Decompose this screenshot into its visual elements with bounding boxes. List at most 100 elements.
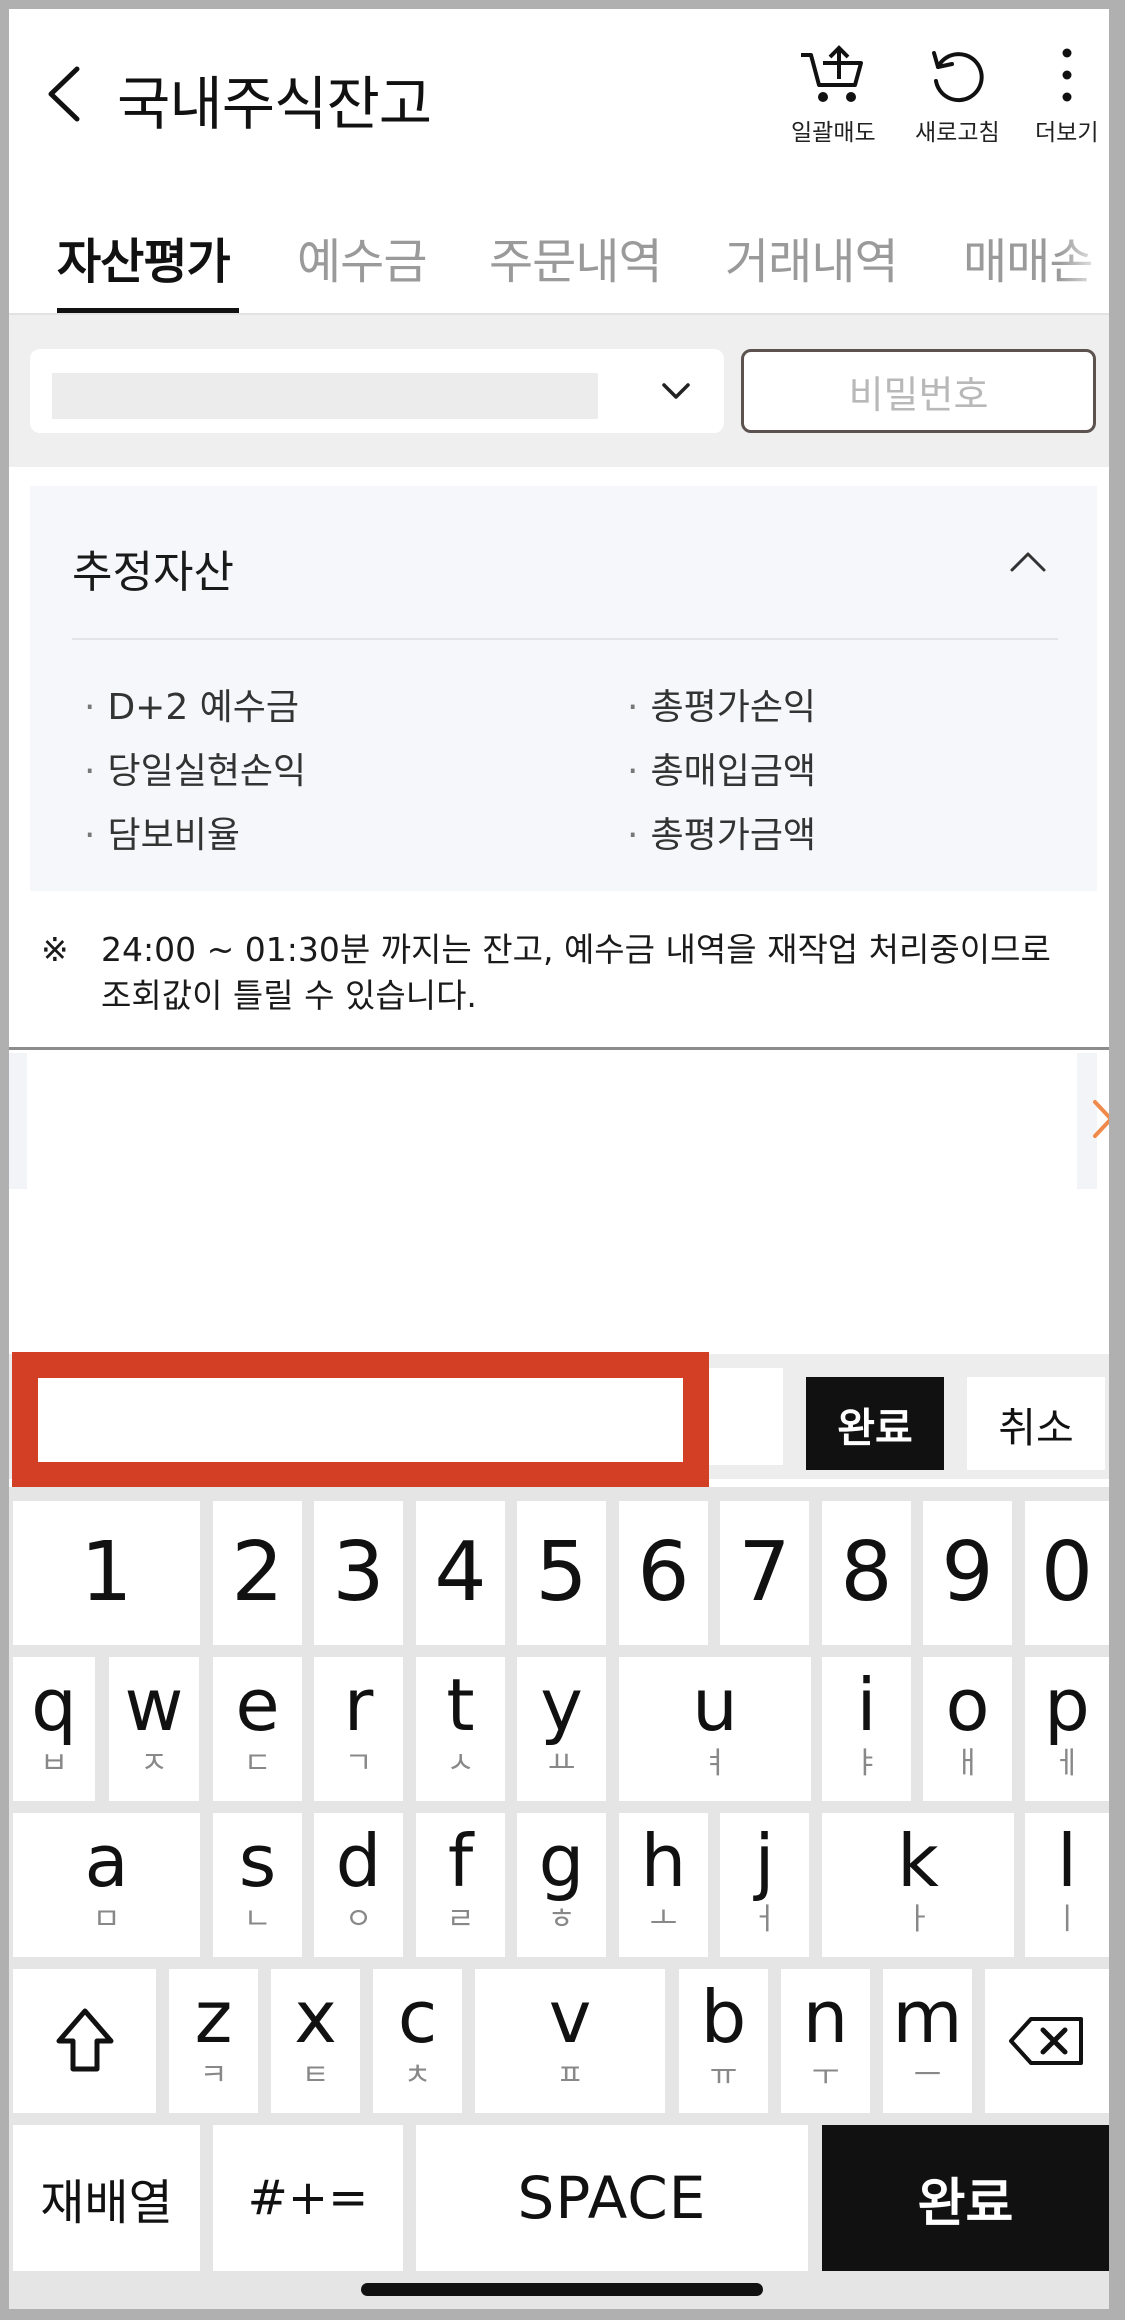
key-label: i — [856, 1663, 877, 1747]
refresh-button[interactable]: 새로고침 — [915, 45, 1000, 147]
key-1[interactable]: 1 — [13, 1501, 200, 1645]
key-label: s — [238, 1819, 277, 1903]
key-y[interactable]: yㅛ — [517, 1657, 606, 1801]
asset-item: · 담보비율 — [84, 815, 240, 856]
key-f[interactable]: fㄹ — [416, 1813, 505, 1957]
more-button[interactable]: 더보기 — [1035, 45, 1098, 147]
key-hangul-label: ㅛ — [547, 1746, 576, 1781]
account-number-masked — [52, 373, 598, 419]
content-edge — [9, 1053, 27, 1189]
key-hangul-label: ㅅ — [446, 1746, 475, 1781]
notice-text: 24:00 ~ 01:30분 까지는 잔고, 예수금 내역을 재작업 처리중이므… — [101, 930, 1051, 1015]
key-x[interactable]: xㅌ — [271, 1969, 360, 2113]
key-label: o — [945, 1663, 990, 1747]
key-w[interactable]: wㅈ — [109, 1657, 199, 1801]
key-i[interactable]: iㅑ — [822, 1657, 911, 1801]
back-button[interactable] — [37, 59, 97, 129]
key-hangul-label: ㄴ — [243, 1902, 272, 1937]
bulk-sell-label: 일괄매도 — [791, 120, 876, 146]
key-k[interactable]: kㅏ — [822, 1813, 1014, 1957]
tab-order-history[interactable]: 주문내역 — [489, 222, 663, 292]
key-9[interactable]: 9 — [923, 1501, 1012, 1645]
keypad-cancel-button[interactable]: 취소 — [967, 1377, 1105, 1470]
tab-trade-history[interactable]: 거래내역 — [725, 222, 899, 292]
key-4[interactable]: 4 — [416, 1501, 505, 1645]
asset-item: · 총평가금액 — [627, 815, 817, 856]
key-s[interactable]: sㄴ — [213, 1813, 302, 1957]
tab-deposit[interactable]: 예수금 — [297, 222, 427, 292]
key-label: n — [802, 1975, 849, 2059]
key-n[interactable]: nㅜ — [781, 1969, 870, 2113]
key-hangul-label: ㅗ — [649, 1902, 678, 1937]
assets-divider — [72, 638, 1058, 640]
key-label: z — [194, 1975, 233, 2059]
key-hangul-label: ㅔ — [1053, 1746, 1081, 1781]
key-2[interactable]: 2 — [213, 1501, 302, 1645]
key-label: d — [335, 1819, 382, 1903]
estimated-assets-title: 추정자산 — [72, 547, 234, 598]
estimated-assets-card: 추정자산 · D+2 예수금 · 당일실현손익 · 담보비율 · 총평가손익 · 총매입금… — [30, 486, 1097, 891]
key-label: f — [447, 1819, 474, 1903]
tab-bar: 자산평가 예수금 주문내역 거래내역 매매손 — [9, 174, 1109, 316]
key-0[interactable]: 0 — [1025, 1501, 1109, 1645]
key-6[interactable]: 6 — [619, 1501, 708, 1645]
space-key[interactable]: SPACE — [416, 2125, 808, 2271]
key-3[interactable]: 3 — [314, 1501, 403, 1645]
key-hangul-label: ㅍ — [556, 2058, 584, 2093]
rearrange-key[interactable]: 재배열 — [13, 2125, 200, 2271]
bulk-sell-button[interactable]: 일괄매도 — [791, 45, 876, 147]
key-q[interactable]: qㅂ — [13, 1657, 95, 1801]
backspace-key[interactable] — [985, 1969, 1109, 2113]
key-hangul-label: ㄷ — [243, 1746, 272, 1781]
key-hangul-label: ㄱ — [344, 1746, 373, 1781]
key-e[interactable]: eㄷ — [213, 1657, 302, 1801]
key-label: 6 — [637, 1525, 690, 1620]
shift-key[interactable] — [13, 1969, 156, 2113]
key-8[interactable]: 8 — [822, 1501, 911, 1645]
key-hangul-label: ㅡ — [913, 2058, 942, 2093]
key-u[interactable]: uㅕ — [619, 1657, 811, 1801]
key-a[interactable]: aㅁ — [13, 1813, 200, 1957]
chevron-right-icon[interactable] — [1091, 1094, 1109, 1144]
backspace-icon — [1009, 2017, 1083, 2065]
notice: ※ 24:00 ~ 01:30분 까지는 잔고, 예수금 내역을 재작업 처리중… — [41, 927, 1091, 1019]
key-z[interactable]: zㅋ — [169, 1969, 258, 2113]
key-hangul-label: ㅁ — [92, 1902, 121, 1937]
key-p[interactable]: pㅔ — [1025, 1657, 1109, 1801]
account-bar: 비밀번호 — [9, 315, 1109, 467]
notice-mark: ※ — [41, 930, 69, 969]
key-label: 2 — [231, 1525, 284, 1620]
key-l[interactable]: lㅣ — [1025, 1813, 1109, 1957]
password-button[interactable]: 비밀번호 — [741, 349, 1096, 433]
key-g[interactable]: gㅎ — [517, 1813, 606, 1957]
key-hangul-label: ㅜ — [811, 2058, 840, 2093]
key-7[interactable]: 7 — [720, 1501, 809, 1645]
key-5[interactable]: 5 — [517, 1501, 606, 1645]
key-r[interactable]: rㄱ — [314, 1657, 403, 1801]
chevron-up-icon[interactable] — [1006, 542, 1050, 578]
tab-asset-valuation[interactable]: 자산평가 — [57, 222, 231, 292]
key-label: g — [538, 1819, 585, 1903]
key-label: x — [294, 1975, 337, 2059]
more-label: 더보기 — [1035, 120, 1099, 146]
symbols-key[interactable]: #+= — [213, 2125, 403, 2271]
key-label: 3 — [332, 1525, 385, 1620]
asset-item: · 당일실현손익 — [84, 751, 307, 792]
key-label: y — [540, 1663, 583, 1747]
key-o[interactable]: oㅐ — [923, 1657, 1012, 1801]
key-t[interactable]: tㅅ — [416, 1657, 505, 1801]
keypad-done-button[interactable]: 완료 — [806, 1377, 944, 1470]
key-label: k — [897, 1819, 939, 1903]
key-b[interactable]: bㅠ — [679, 1969, 768, 2113]
refresh-icon — [932, 51, 984, 103]
keyboard-done-key[interactable]: 완료 — [822, 2125, 1109, 2271]
key-h[interactable]: hㅗ — [619, 1813, 708, 1957]
key-c[interactable]: cㅊ — [373, 1969, 462, 2113]
key-m[interactable]: mㅡ — [883, 1969, 972, 2113]
key-v[interactable]: vㅍ — [475, 1969, 665, 2113]
key-d[interactable]: dㅇ — [314, 1813, 403, 1957]
key-hangul-label: ㅈ — [140, 1746, 168, 1781]
account-select[interactable] — [30, 349, 724, 433]
key-j[interactable]: jㅓ — [720, 1813, 809, 1957]
asset-item: · 총평가손익 — [627, 687, 817, 728]
